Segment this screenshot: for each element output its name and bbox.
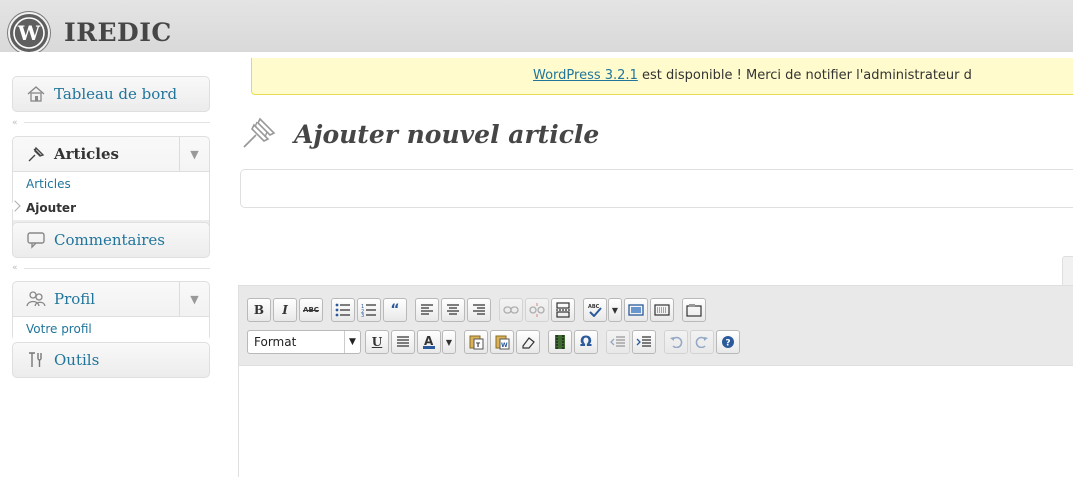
tools-icon xyxy=(25,350,47,370)
link-icon[interactable] xyxy=(499,298,523,322)
fullscreen-icon[interactable] xyxy=(624,298,648,322)
update-notice: WordPress 3.2.1 est disponible ! Merci d… xyxy=(251,58,1073,95)
kitchen-sink-icon[interactable] xyxy=(650,298,674,322)
pushpin-large-icon xyxy=(240,113,280,155)
update-version-link[interactable]: WordPress 3.2.1 xyxy=(533,68,638,83)
post-editor: B I ABC 123 “ ABC ▼ Format ▼ U A ▼ T W Ω… xyxy=(238,285,1073,477)
text-color-dropdown-icon[interactable]: ▼ xyxy=(442,330,456,354)
paste-word-icon[interactable]: W xyxy=(490,330,514,354)
profile-submenu: Votre profil xyxy=(13,316,209,341)
submenu-item-articles[interactable]: Articles xyxy=(13,172,209,196)
articles-submenu: Articles Ajouter xyxy=(13,171,209,220)
page-title: Ajouter nouvel article xyxy=(294,119,600,149)
home-icon xyxy=(25,84,47,104)
svg-text:3: 3 xyxy=(361,313,364,317)
insert-embed-icon[interactable] xyxy=(548,330,572,354)
collapse-arrow-icon[interactable]: « xyxy=(12,118,18,128)
separator xyxy=(24,268,210,269)
menu-label-dashboard: Tableau de bord xyxy=(54,85,178,103)
italic-icon[interactable]: I xyxy=(273,298,297,322)
site-title[interactable]: IREDIC xyxy=(64,18,172,47)
paste-text-icon[interactable]: T xyxy=(464,330,488,354)
menu-label-comments: Commentaires xyxy=(54,231,166,249)
format-select[interactable]: Format ▼ xyxy=(247,330,361,354)
more-tag-icon[interactable] xyxy=(551,298,575,322)
wordpress-logo-icon[interactable]: W xyxy=(8,12,50,54)
align-right-icon[interactable] xyxy=(467,298,491,322)
strikethrough-icon[interactable]: ABC xyxy=(299,298,323,322)
users-icon xyxy=(25,289,47,309)
unlink-icon[interactable] xyxy=(525,298,549,322)
menu-profile[interactable]: Profil ▼ Votre profil xyxy=(12,281,210,341)
collapse-arrow-icon[interactable]: « xyxy=(12,263,18,273)
admin-header: W IREDIC xyxy=(0,0,1073,54)
pushpin-icon xyxy=(25,144,47,164)
editor-toolbar: B I ABC 123 “ ABC ▼ Format ▼ U A ▼ T W Ω… xyxy=(239,286,1073,366)
text-color-icon[interactable]: A xyxy=(417,330,441,354)
menu-label-profile: Profil xyxy=(54,290,96,308)
bold-icon[interactable]: B xyxy=(247,298,271,322)
chevron-down-icon: ▼ xyxy=(344,331,360,353)
spellcheck-icon[interactable]: ABC xyxy=(583,298,607,322)
indent-icon[interactable] xyxy=(632,330,656,354)
insert-media-icon[interactable] xyxy=(682,298,706,322)
svg-text:W: W xyxy=(501,342,508,349)
numbered-list-icon[interactable]: 123 xyxy=(357,298,381,322)
align-left-icon[interactable] xyxy=(415,298,439,322)
svg-text:A: A xyxy=(424,334,434,348)
underline-icon[interactable]: U xyxy=(365,330,389,354)
bullet-list-icon[interactable] xyxy=(331,298,355,322)
outdent-icon[interactable] xyxy=(606,330,630,354)
toolbar-row-1: B I ABC 123 “ ABC ▼ xyxy=(247,298,708,322)
submenu-item-your-profile[interactable]: Votre profil xyxy=(13,317,209,341)
menu-comments[interactable]: Commentaires xyxy=(12,222,210,258)
clear-formatting-icon[interactable] xyxy=(516,330,540,354)
redo-icon[interactable] xyxy=(690,330,714,354)
separator xyxy=(24,122,210,123)
svg-text:W: W xyxy=(17,21,41,45)
menu-label-articles: Articles xyxy=(54,145,119,163)
format-select-value: Format xyxy=(254,335,297,349)
admin-sidebar: Tableau de bord « Articles ▼ Articles Aj… xyxy=(0,52,220,477)
svg-text:?: ? xyxy=(725,339,730,349)
undo-icon[interactable] xyxy=(664,330,688,354)
comment-bubble-icon xyxy=(25,230,47,250)
page-header: Ajouter nouvel article xyxy=(240,112,599,156)
menu-tools[interactable]: Outils xyxy=(12,342,210,378)
menu-toggle-articles[interactable]: ▼ xyxy=(179,137,209,171)
toolbar-row-2: Format ▼ U A ▼ T W Ω ? xyxy=(247,330,742,354)
special-char-icon[interactable]: Ω xyxy=(574,330,598,354)
menu-dashboard[interactable]: Tableau de bord xyxy=(12,76,210,112)
align-center-icon[interactable] xyxy=(441,298,465,322)
post-title-input[interactable] xyxy=(240,169,1073,208)
svg-text:ABC: ABC xyxy=(588,304,600,310)
menu-toggle-profile[interactable]: ▼ xyxy=(179,282,209,316)
editor-mode-tab[interactable] xyxy=(1062,256,1073,286)
menu-label-tools: Outils xyxy=(54,351,100,369)
help-icon[interactable]: ? xyxy=(716,330,740,354)
update-notice-text: est disponible ! Merci de notifier l'adm… xyxy=(637,68,972,83)
menu-articles[interactable]: Articles ▼ Articles Ajouter xyxy=(12,136,210,231)
submenu-item-add[interactable]: Ajouter xyxy=(13,196,209,220)
justify-icon[interactable] xyxy=(391,330,415,354)
blockquote-icon[interactable]: “ xyxy=(383,298,407,322)
spellcheck-dropdown-icon[interactable]: ▼ xyxy=(608,298,622,322)
